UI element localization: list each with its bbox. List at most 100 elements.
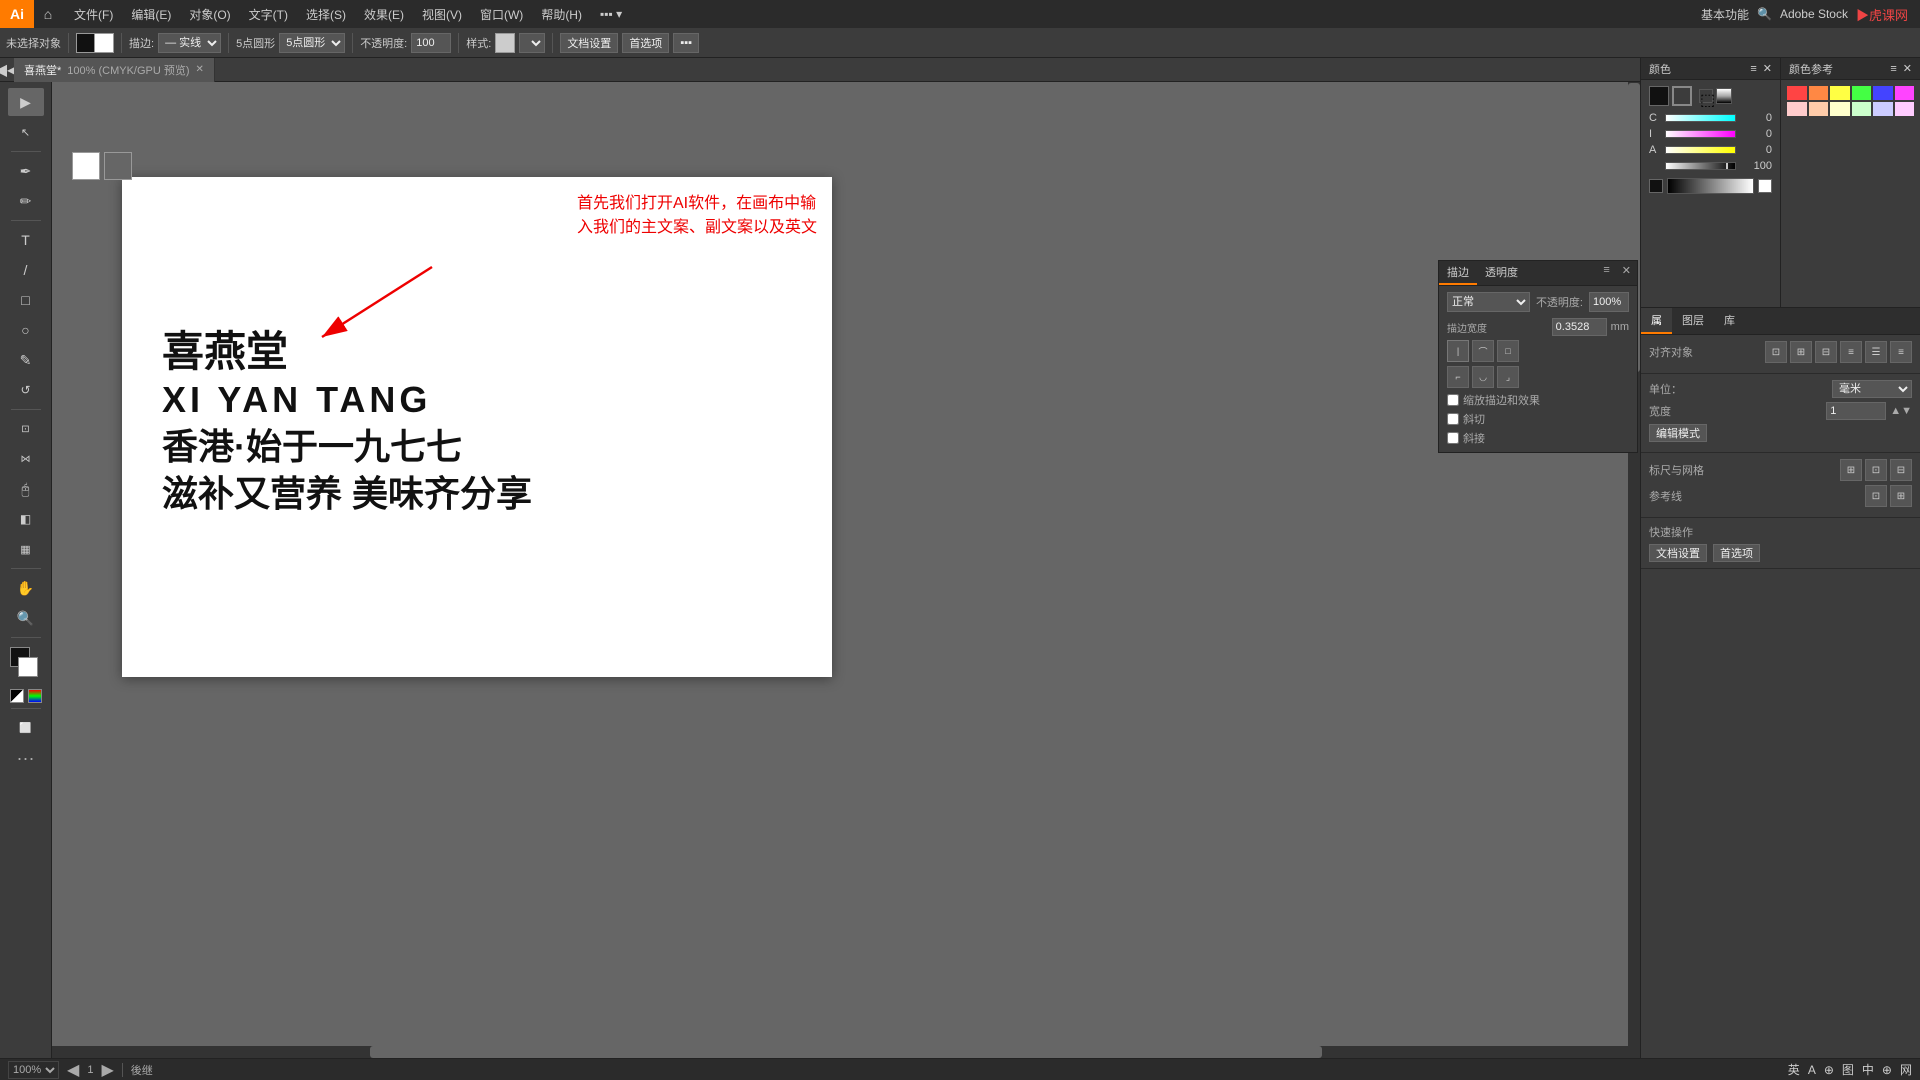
pen-tool[interactable]: ✒ bbox=[8, 157, 44, 185]
extra-btn[interactable]: ▪▪▪ bbox=[673, 33, 699, 53]
gradient-tool[interactable]: ◧ bbox=[8, 505, 44, 533]
stroke-width-display-input[interactable]: 0.3528 bbox=[1552, 318, 1607, 336]
color-panel-close[interactable]: ✕ bbox=[1763, 62, 1772, 75]
direct-selection-tool[interactable]: ↖ bbox=[8, 118, 44, 146]
add-arrow-checkbox[interactable] bbox=[1447, 413, 1459, 425]
document-tab[interactable]: 喜燕堂* 100% (CMYK/GPU 预览) ✕ bbox=[14, 58, 215, 82]
menu-search-icon[interactable]: 🔍 bbox=[1757, 7, 1772, 21]
align-middle-btn[interactable]: ☰ bbox=[1865, 341, 1887, 363]
rotate-tool[interactable]: ↺ bbox=[8, 376, 44, 404]
fill-color-swatch[interactable] bbox=[94, 33, 114, 53]
stroke-tab[interactable]: 描边 bbox=[1439, 261, 1477, 285]
taskbar-a[interactable]: A bbox=[1808, 1063, 1816, 1077]
doc-settings-btn[interactable]: 文档设置 bbox=[560, 33, 618, 53]
swatch-lb[interactable] bbox=[1873, 102, 1893, 116]
artboard-tool[interactable]: ⬜ bbox=[8, 714, 44, 742]
none-icon[interactable]: ⬚ bbox=[1699, 89, 1713, 103]
hscroll-thumb[interactable] bbox=[370, 1046, 1323, 1058]
taskbar-image[interactable]: 图 bbox=[1842, 1061, 1854, 1078]
menu-effect[interactable]: 效果(E) bbox=[356, 0, 412, 28]
none-color-icon[interactable] bbox=[10, 689, 24, 703]
unit-select[interactable]: 毫米 bbox=[1832, 380, 1912, 398]
page-nav-next[interactable]: ▶ bbox=[101, 1060, 113, 1080]
taskbar-chinese[interactable]: 中 bbox=[1862, 1061, 1874, 1078]
gradient-color-icon[interactable] bbox=[28, 689, 42, 703]
opacity-value-input[interactable] bbox=[1589, 292, 1629, 312]
zoom-tool[interactable]: 🔍 bbox=[8, 604, 44, 632]
first-option-btn[interactable]: 首选项 bbox=[622, 33, 669, 53]
tab-layers[interactable]: 图层 bbox=[1672, 308, 1714, 334]
k-slider-thumb[interactable] bbox=[1666, 163, 1728, 169]
swatch-g[interactable] bbox=[1852, 86, 1872, 100]
guide-icon-2[interactable]: ⊞ bbox=[1890, 485, 1912, 507]
color-fill-icon[interactable] bbox=[1649, 86, 1669, 106]
horizontal-scrollbar[interactable] bbox=[52, 1046, 1640, 1058]
color-ref-menu[interactable]: ≡ bbox=[1890, 63, 1896, 75]
guide-icon-1[interactable]: ⊡ bbox=[1865, 485, 1887, 507]
ruler-icon-2[interactable]: ⊡ bbox=[1865, 459, 1887, 481]
rect-tool[interactable]: □ bbox=[8, 286, 44, 314]
color-stroke-icon[interactable] bbox=[1672, 86, 1692, 106]
swatch-lr[interactable] bbox=[1787, 102, 1807, 116]
ruler-icon-1[interactable]: ⊞ bbox=[1840, 459, 1862, 481]
line-tool[interactable]: / bbox=[8, 256, 44, 284]
text-tool[interactable]: T bbox=[8, 226, 44, 254]
style-select[interactable] bbox=[519, 33, 545, 53]
blend-mode-select[interactable]: 正常 bbox=[1447, 292, 1530, 312]
more-tools-btn[interactable]: ··· bbox=[17, 748, 35, 769]
taskbar-icon3[interactable]: ⊕ bbox=[1824, 1063, 1834, 1077]
taskbar-icon6[interactable]: ⊕ bbox=[1882, 1063, 1892, 1077]
stroke-swatch[interactable] bbox=[18, 657, 38, 677]
menu-help[interactable]: 帮助(H) bbox=[533, 0, 590, 28]
swatch-lo[interactable] bbox=[1809, 102, 1829, 116]
cap-butt-btn[interactable]: | bbox=[1447, 340, 1469, 362]
ellipse-tool[interactable]: ○ bbox=[8, 316, 44, 344]
swatch-y[interactable] bbox=[1830, 86, 1850, 100]
swatch-lg[interactable] bbox=[1852, 102, 1872, 116]
quick-doc-settings-btn[interactable]: 文档设置 bbox=[1649, 544, 1707, 562]
hand-tool[interactable]: ✋ bbox=[8, 574, 44, 602]
swatch-o[interactable] bbox=[1809, 86, 1829, 100]
stroke-shape-select[interactable]: 5点圆形 bbox=[279, 33, 345, 53]
panel-collapse-btn[interactable]: ◀◀ bbox=[0, 58, 14, 82]
menu-view[interactable]: 视图(V) bbox=[414, 0, 470, 28]
stroke-width-input[interactable] bbox=[1826, 402, 1886, 420]
gray-swatch[interactable] bbox=[104, 152, 132, 180]
swatch-b[interactable] bbox=[1873, 86, 1893, 100]
k-slider[interactable] bbox=[1665, 162, 1736, 170]
opacity-input[interactable] bbox=[411, 33, 451, 53]
color-gradient-bar[interactable] bbox=[1667, 178, 1754, 194]
eyedropper-tool[interactable]: 🖰 bbox=[8, 475, 44, 503]
join-miter-btn[interactable]: ⌐ bbox=[1447, 366, 1469, 388]
align-bottom-btn[interactable]: ≡ bbox=[1890, 341, 1912, 363]
color-swatch-area[interactable] bbox=[8, 647, 44, 683]
join-bevel-btn[interactable]: ⌟ bbox=[1497, 366, 1519, 388]
pencil-tool[interactable]: ✏ bbox=[8, 187, 44, 215]
join-round-btn[interactable]: ◡ bbox=[1472, 366, 1494, 388]
swatch-r[interactable] bbox=[1787, 86, 1807, 100]
menu-edit[interactable]: 编辑(E) bbox=[123, 0, 179, 28]
align-top-btn[interactable]: ≡ bbox=[1840, 341, 1862, 363]
color-ref-close[interactable]: ✕ bbox=[1903, 62, 1912, 75]
stroke-arrows[interactable]: ▲▼ bbox=[1890, 405, 1912, 417]
scale-stroke-checkbox[interactable] bbox=[1447, 394, 1459, 406]
cap-square-btn[interactable]: □ bbox=[1497, 340, 1519, 362]
vertical-scrollbar[interactable] bbox=[1628, 82, 1640, 1046]
swatch-p[interactable] bbox=[1895, 86, 1915, 100]
tab-properties[interactable]: 属 bbox=[1641, 308, 1672, 334]
trans-panel-close[interactable]: ✕ bbox=[1616, 261, 1637, 285]
tab-close-btn[interactable]: ✕ bbox=[196, 64, 204, 75]
menu-file[interactable]: 文件(F) bbox=[66, 0, 121, 28]
ruler-icon-3[interactable]: ⊟ bbox=[1890, 459, 1912, 481]
y-slider[interactable] bbox=[1665, 146, 1736, 154]
c-slider[interactable] bbox=[1665, 114, 1736, 122]
home-icon[interactable]: ⌂ bbox=[34, 0, 62, 28]
quick-prefs-btn[interactable]: 首选项 bbox=[1713, 544, 1760, 562]
white-swatch[interactable] bbox=[72, 152, 100, 180]
swatch-ly[interactable] bbox=[1830, 102, 1850, 116]
menu-object[interactable]: 对象(O) bbox=[181, 0, 238, 28]
transparency-tab[interactable]: 透明度 bbox=[1477, 261, 1526, 285]
style-swatch[interactable] bbox=[495, 33, 515, 53]
chart-tool[interactable]: ▦ bbox=[8, 535, 44, 563]
menu-select[interactable]: 选择(S) bbox=[298, 0, 354, 28]
